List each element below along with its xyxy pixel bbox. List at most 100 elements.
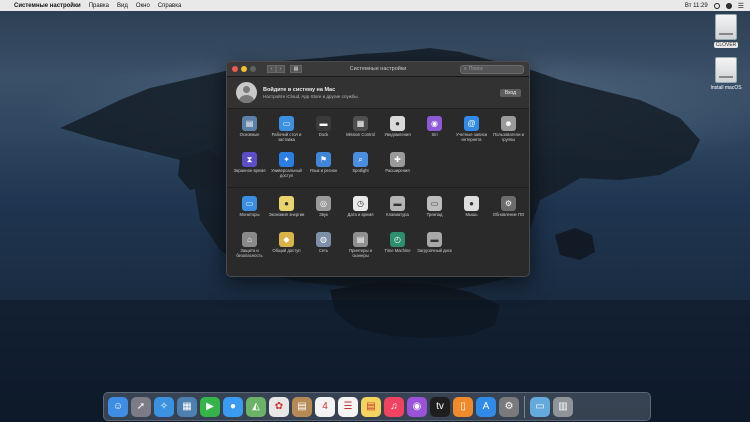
pref-item-displays[interactable]: ▭ Мониторы — [231, 194, 268, 230]
siri-icon: ◉ — [427, 116, 442, 131]
pref-item-extensions[interactable]: ✚ Расширения — [379, 150, 416, 186]
pref-label: Учетные записи интернета — [455, 132, 488, 142]
pref-item-mission-control[interactable]: ▦ Mission Control — [342, 114, 379, 150]
window-titlebar[interactable]: ‹ › ▦ Системные настройки ⌕ Поиск — [227, 62, 529, 77]
notifications-icon: ● — [390, 116, 405, 131]
pref-item-date-time[interactable]: ◷ Дата и время — [342, 194, 379, 230]
accessibility-icon: ✦ — [279, 152, 294, 167]
pref-label: Обновление ПО — [492, 212, 525, 217]
search-spotlight-icon[interactable] — [713, 2, 720, 9]
account-subtitle: Настройте iCloud, App Store и другие слу… — [263, 93, 359, 99]
close-button[interactable] — [232, 66, 238, 72]
menu-app-name[interactable]: Системные настройки — [14, 3, 81, 9]
pref-label: Язык и регион — [309, 168, 338, 173]
pref-label: Сеть — [318, 248, 329, 253]
account-title: Войдите в систему на Mac — [263, 86, 336, 93]
spotlight-icon: ⌕ — [353, 152, 368, 167]
menu-help[interactable]: Справка — [158, 3, 182, 9]
minimize-button[interactable] — [241, 66, 247, 72]
facetime-icon[interactable]: ▶ — [200, 396, 220, 417]
photos-icon[interactable]: ✿ — [269, 396, 289, 417]
date-time-icon: ◷ — [353, 196, 368, 211]
contacts-icon[interactable]: ▤ — [292, 396, 312, 417]
menu-bar: Системные настройки Правка Вид Окно Спра… — [0, 0, 750, 11]
pref-label: Расширения — [385, 168, 410, 173]
drive-install-macos[interactable]: Install macOS — [703, 57, 749, 91]
keyboard-icon: ▬ — [390, 196, 405, 211]
pref-item-dock[interactable]: ▬ Dock — [305, 114, 342, 150]
pref-label: Мониторы — [239, 212, 260, 217]
photo-browser-icon[interactable]: ▦ — [177, 396, 197, 417]
screen-time-icon: ⧗ — [242, 152, 257, 167]
forward-button[interactable]: › — [276, 65, 285, 73]
pref-item-siri[interactable]: ◉ Siri — [416, 114, 453, 150]
printers-scanners-icon: ▤ — [353, 232, 368, 247]
pref-item-keyboard[interactable]: ▬ Клавиатура — [379, 194, 416, 230]
pref-label: Mission Control — [346, 132, 375, 137]
network-icon: ◍ — [316, 232, 331, 247]
pref-item-users-groups[interactable]: ☻ Пользователи и группы — [490, 114, 527, 150]
software-update-icon: ⚙ — [501, 196, 516, 211]
pref-item-energy-saver[interactable]: ● Экономия энергии — [268, 194, 305, 230]
app-store-icon[interactable]: A — [476, 396, 496, 417]
calendar-icon[interactable]: 4 — [315, 396, 335, 417]
maps-icon[interactable]: ◭ — [246, 396, 266, 417]
sign-in-button[interactable]: Вход — [499, 89, 521, 97]
pref-item-desktop[interactable]: ▭ Рабочий стол и заставка — [268, 114, 305, 150]
messages-icon[interactable]: ● — [223, 396, 243, 417]
menu-edit[interactable]: Правка — [89, 3, 109, 9]
avatar[interactable] — [236, 82, 257, 103]
dock-separator — [524, 395, 525, 418]
show-all-button[interactable]: ▦ — [290, 65, 302, 73]
system-preferences-icon[interactable]: ⚙ — [499, 396, 519, 417]
pref-label: Звук — [319, 212, 328, 217]
startup-disk-icon: ▬ — [427, 232, 442, 247]
pref-item-language-region[interactable]: ⚑ Язык и регион — [305, 150, 342, 186]
pref-item-sharing[interactable]: ◆ Общий доступ — [268, 230, 305, 266]
pref-label: Защита и безопасность — [236, 248, 263, 258]
dock-icon: ▬ — [316, 116, 331, 131]
back-button[interactable]: ‹ — [267, 65, 276, 73]
pref-item-trackpad[interactable]: ▭ Трекпад — [416, 194, 453, 230]
downloads-folder-icon[interactable]: ▭ — [530, 396, 550, 417]
zoom-button[interactable] — [250, 66, 256, 72]
pref-item-software-update[interactable]: ⚙ Обновление ПО — [490, 194, 527, 230]
notes-icon[interactable]: ▤ — [361, 396, 381, 417]
pref-item-mouse[interactable]: ● Мышь — [453, 194, 490, 230]
trash-icon[interactable]: ▥ — [553, 396, 573, 417]
pref-item-general[interactable]: ▤ Основные — [231, 114, 268, 150]
displays-icon: ▭ — [242, 196, 257, 211]
apple-id-banner: Войдите в систему на Mac Настройте iClou… — [227, 77, 529, 109]
pref-item-printers-scanners[interactable]: ▤ Принтеры и сканеры — [342, 230, 379, 266]
pref-item-sound[interactable]: ◎ Звук — [305, 194, 342, 230]
reminders-icon[interactable]: ☰ — [338, 396, 358, 417]
siri-menu-icon[interactable] — [725, 2, 732, 9]
pref-item-notifications[interactable]: ● Уведомления — [379, 114, 416, 150]
books-icon[interactable]: ▯ — [453, 396, 473, 417]
pref-item-network[interactable]: ◍ Сеть — [305, 230, 342, 266]
safari-icon[interactable]: ✧ — [154, 396, 174, 417]
pref-item-spotlight[interactable]: ⌕ Spotlight — [342, 150, 379, 186]
pref-item-internet-accounts[interactable]: @ Учетные записи интернета — [453, 114, 490, 150]
menu-view[interactable]: Вид — [117, 3, 128, 9]
pref-item-time-machine[interactable]: ◴ Time Machine — [379, 230, 416, 266]
music-icon[interactable]: ♫ — [384, 396, 404, 417]
users-groups-icon: ☻ — [501, 116, 516, 131]
pref-item-security-privacy[interactable]: ⌂ Защита и безопасность — [231, 230, 268, 266]
launchpad-icon[interactable]: ➚ — [131, 396, 151, 417]
pref-item-accessibility[interactable]: ✦ Универсальный доступ — [268, 150, 305, 186]
pref-item-startup-disk[interactable]: ▬ Загрузочный диск — [416, 230, 453, 266]
drive-clover[interactable]: CLOVER — [703, 14, 749, 48]
finder-icon[interactable]: ☺ — [108, 396, 128, 417]
search-input[interactable]: ⌕ Поиск — [460, 64, 524, 74]
menu-clock[interactable]: Вт 11:29 — [685, 3, 708, 9]
control-list-icon[interactable]: ☰ — [738, 2, 744, 10]
tv-icon[interactable]: tv — [430, 396, 450, 417]
dock: ☺ ➚ ✧ ▦ ▶ ● ◭ ✿ ▤ 4 ☰ ▤ ♫ ◉ tv ▯ A ⚙ ▭ ▥ — [103, 392, 651, 421]
podcasts-icon[interactable]: ◉ — [407, 396, 427, 417]
trackpad-icon: ▭ — [427, 196, 442, 211]
pref-label: Клавиатура — [386, 212, 409, 217]
pref-label: Мышь — [465, 212, 478, 217]
menu-window[interactable]: Окно — [136, 3, 150, 9]
pref-item-screen-time[interactable]: ⧗ Экранное время — [231, 150, 268, 186]
